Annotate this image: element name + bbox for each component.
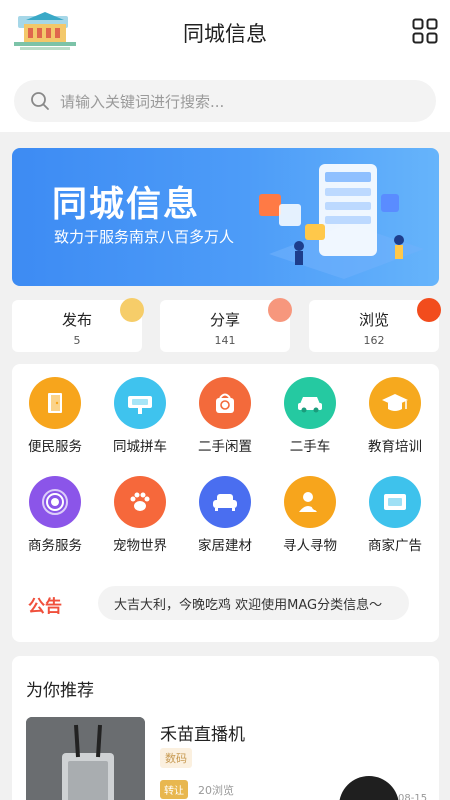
- category-carpool[interactable]: 同城拼车: [97, 377, 183, 455]
- banner[interactable]: 同城信息 致力于服务南京八百多万人: [12, 148, 439, 286]
- banner-title: 同城信息: [52, 185, 201, 225]
- item-badge: 转让: [160, 780, 188, 799]
- broadcast-icon: [29, 476, 81, 528]
- notice-logo-text: 公告: [28, 597, 62, 617]
- item-title[interactable]: 禾苗直播机: [160, 720, 245, 745]
- door-icon: [29, 377, 81, 429]
- paw-icon: [114, 476, 166, 528]
- grid-menu-icon[interactable]: [412, 18, 438, 44]
- stat-dot: [268, 298, 292, 322]
- banner-subtitle: 致力于服务南京八百多万人: [54, 228, 235, 246]
- stat-views[interactable]: 浏览 162: [309, 298, 441, 352]
- item-date: 08-15: [398, 793, 428, 800]
- search-input[interactable]: 请输入关键词进行搜索...: [60, 91, 224, 112]
- carpool-sign-icon: [114, 377, 166, 429]
- category-label: 家居建材: [198, 538, 252, 554]
- item-thumbnail[interactable]: [26, 717, 145, 800]
- car-icon: [284, 377, 336, 429]
- category-business[interactable]: 商务服务: [12, 476, 98, 554]
- stat-value: 5: [73, 334, 81, 347]
- person-search-icon: [284, 476, 336, 528]
- stat-dot: [417, 298, 441, 322]
- category-lost-found[interactable]: 寻人寻物: [267, 476, 353, 554]
- page-title: 同城信息: [183, 22, 267, 46]
- notice-logo: 公告: [28, 592, 62, 617]
- category-ads[interactable]: 商家广告: [352, 476, 438, 554]
- category-label: 商务服务: [28, 538, 82, 554]
- item-views: 20浏览: [198, 784, 234, 797]
- category-label: 教育培训: [368, 439, 422, 455]
- item-tag: 数码: [160, 748, 192, 768]
- stat-value: 162: [363, 334, 385, 347]
- category-pets[interactable]: 宠物世界: [97, 476, 183, 554]
- stat-share[interactable]: 分享 141: [160, 298, 292, 352]
- stat-dot: [120, 298, 144, 322]
- category-convenience[interactable]: 便民服务: [12, 377, 98, 455]
- category-label: 商家广告: [368, 538, 422, 554]
- category-label: 同城拼车: [113, 439, 167, 455]
- ad-board-icon: [369, 476, 421, 528]
- category-label: 二手车: [289, 439, 331, 455]
- stat-publish[interactable]: 发布 5: [12, 298, 144, 352]
- search-icon: [31, 92, 49, 110]
- category-label: 寻人寻物: [283, 538, 337, 554]
- search-bar[interactable]: 请输入关键词进行搜索...: [14, 80, 436, 122]
- category-education[interactable]: 教育培训: [352, 377, 438, 455]
- banner-illustration-icon: [259, 164, 424, 279]
- category-label: 便民服务: [28, 439, 82, 455]
- category-second-hand[interactable]: 二手闲置: [182, 377, 268, 455]
- category-label: 二手闲置: [198, 439, 252, 455]
- notice-text: 大吉大利，今晚吃鸡 欢迎使用MAG分类信息～: [114, 597, 383, 613]
- graduation-cap-icon: [369, 377, 421, 429]
- header: 同城信息 请输入关键词进行搜索...: [0, 0, 450, 132]
- sofa-icon: [199, 476, 251, 528]
- notice-bar[interactable]: 大吉大利，今晚吃鸡 欢迎使用MAG分类信息～: [98, 586, 409, 620]
- category-label: 宠物世界: [113, 538, 167, 554]
- bag-icon: [199, 377, 251, 429]
- stat-value: 141: [214, 334, 236, 347]
- category-used-car[interactable]: 二手车: [267, 377, 353, 455]
- section-title: 为你推荐: [26, 681, 94, 701]
- category-home[interactable]: 家居建材: [182, 476, 268, 554]
